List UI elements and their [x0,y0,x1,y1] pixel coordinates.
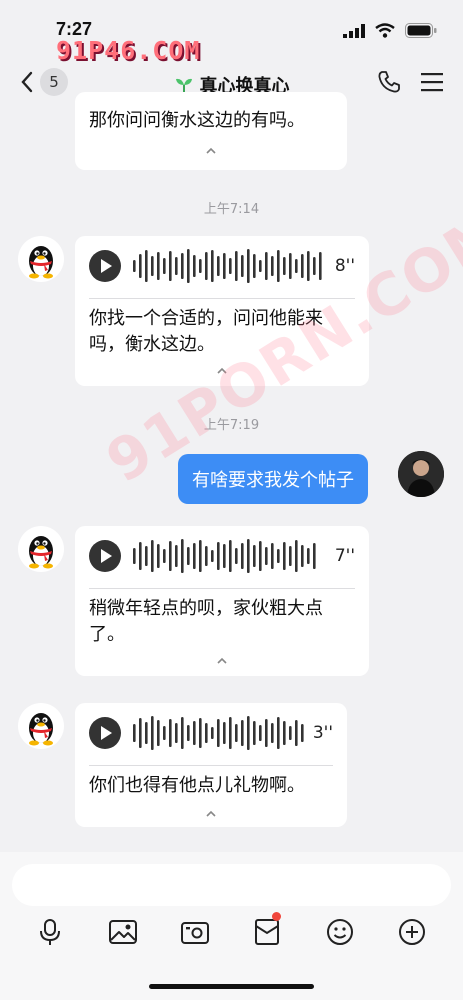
penguin-avatar-icon [29,713,53,746]
play-icon[interactable] [89,717,121,749]
voice-player[interactable]: 3'' [89,715,333,751]
message-card[interactable]: 那你问问衡水这边的有吗。 [75,92,347,170]
voice-duration: 3'' [312,723,333,743]
menu-icon[interactable] [421,72,443,92]
mic-button[interactable] [32,914,68,950]
divider [89,765,333,766]
timestamp: 上午7:14 [203,202,260,217]
image-button[interactable] [105,914,141,950]
voice-duration: 7'' [334,546,355,566]
watermark-top: 91P46.COM [56,36,201,65]
waveform [133,249,322,283]
person-avatar-icon [398,451,444,497]
voice-message-card[interactable]: 7'' 稍微年轻点的呗，家伙粗大点了。 [75,526,369,676]
penguin-avatar-icon [29,536,53,569]
avatar[interactable] [18,526,64,572]
penguin-avatar-icon [29,246,53,279]
emoji-button[interactable] [322,914,358,950]
voice-transcript: 你们也得有他点儿礼物啊。 [89,775,305,796]
my-message-bubble[interactable]: 有啥要求我发个帖子 [178,454,368,504]
emoji-icon [327,919,353,945]
chevron-up-icon[interactable] [216,656,228,666]
avatar[interactable] [18,703,64,749]
status-icons [343,23,437,38]
notification-dot [272,912,281,921]
message-text: 那你问问衡水这边的有吗。 [89,110,305,131]
voice-message-card[interactable]: 3'' 你们也得有他点儿礼物啊。 [75,703,347,827]
my-avatar[interactable] [398,451,444,497]
wifi-icon [375,23,395,38]
voice-player[interactable]: 8'' [89,248,355,284]
red-packet-icon [255,919,279,945]
camera-button[interactable] [177,914,213,950]
chevron-up-icon[interactable] [205,146,217,156]
voice-transcript: 稍微年轻点的呗，家伙粗大点了。 [89,598,323,645]
battery-icon [405,23,437,38]
waveform [133,539,316,573]
voice-duration: 8'' [334,256,355,276]
divider [89,588,355,589]
play-icon[interactable] [89,250,121,282]
divider [89,298,355,299]
input-toolbar [0,912,463,954]
plus-icon [399,919,425,945]
mic-icon [40,919,60,945]
red-packet-button[interactable] [249,912,285,950]
chat-messages[interactable]: 那你问问衡水这边的有吗。 上午7:14 8'' 你找一个合适的，问问他能来吗，衡… [0,92,463,852]
phone-icon[interactable] [377,70,401,94]
voice-player[interactable]: 7'' [89,538,355,574]
camera-icon [181,922,209,944]
signal-icon [343,23,365,38]
play-icon[interactable] [89,540,121,572]
image-icon [109,920,137,944]
avatar[interactable] [18,236,64,282]
waveform [133,716,304,750]
home-indicator [149,984,314,989]
plus-button[interactable] [394,914,430,950]
message-input[interactable] [12,864,451,906]
chevron-up-icon[interactable] [205,809,217,819]
